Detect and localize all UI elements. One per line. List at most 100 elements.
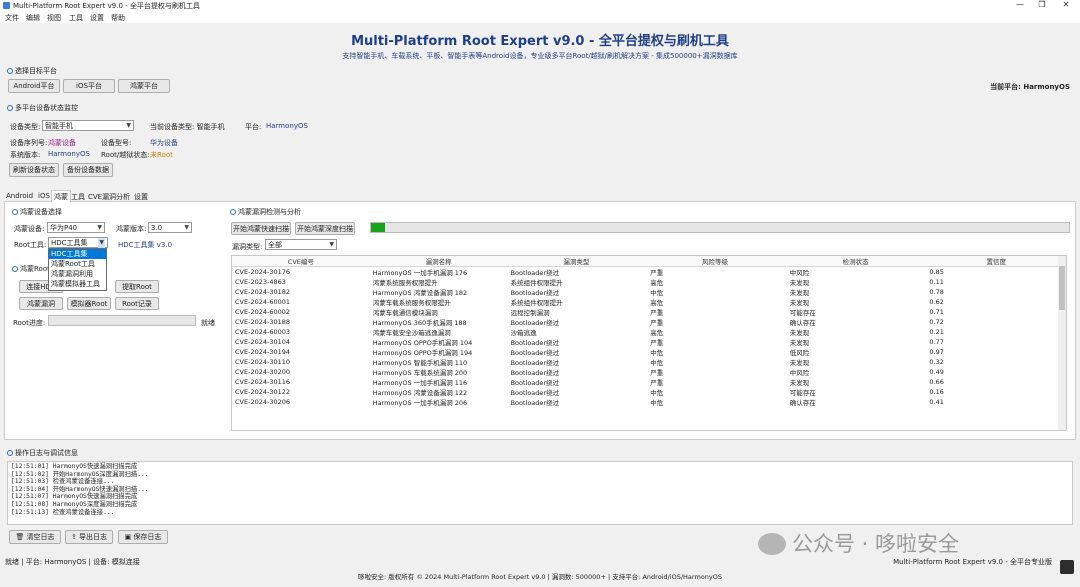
status-monitor-title: 多平台设备状态监控 bbox=[7, 103, 78, 113]
log-line: [12:51:01] HarmonyOS快速漏洞扫描完成 bbox=[11, 463, 138, 470]
harmony-version-select[interactable]: 3.0 ▼ bbox=[148, 222, 192, 233]
simulator-root-button[interactable]: 模拟器Root bbox=[67, 297, 111, 310]
menu-view[interactable]: 视图 bbox=[47, 13, 61, 23]
dropdown-option[interactable]: 鸿蒙漏洞利用 bbox=[49, 269, 106, 279]
table-scrollbar[interactable] bbox=[1058, 256, 1066, 430]
table-cell: 沙箱逃逸 bbox=[510, 329, 537, 337]
col-risk[interactable]: 风险等级 bbox=[645, 256, 785, 267]
android-platform-button[interactable]: Android平台 bbox=[8, 79, 60, 93]
col-cve[interactable]: CVE编号 bbox=[232, 256, 370, 267]
tray-icon bbox=[1060, 560, 1074, 574]
table-header: CVE编号 漏洞名称 漏洞类型 风险等级 检测状态 置信度 bbox=[232, 256, 1066, 267]
wechat-icon bbox=[758, 533, 786, 555]
table-cell: 中危 bbox=[650, 359, 664, 367]
table-row[interactable]: CVE-2024-60003 鸿蒙车载安全沙箱逃逸漏洞 沙箱逃逸 高危 未发现 0.21 bbox=[232, 327, 1066, 337]
tab-android[interactable]: Android bbox=[6, 192, 33, 200]
table-cell: 鸿蒙车载系统服务权限提升 bbox=[372, 299, 451, 307]
col-status[interactable]: 检测状态 bbox=[784, 256, 927, 267]
tab-tools[interactable]: 工具 bbox=[71, 192, 85, 202]
tab-settings[interactable]: 设置 bbox=[134, 192, 148, 202]
root-record-button[interactable]: Root记录 bbox=[115, 297, 159, 310]
table-cell: 0.32 bbox=[929, 358, 944, 366]
table-row[interactable]: CVE-2024-30194 HarmonyOS OPPO手机漏洞 194 Boot… bbox=[232, 347, 1066, 357]
table-cell: 高危 bbox=[650, 299, 664, 307]
table-cell: Bootloader绕过 bbox=[510, 379, 560, 387]
export-log-button[interactable]: ⇪ 导出日志 bbox=[65, 530, 113, 544]
table-row[interactable]: CVE-2023-4863 鸿蒙系统服务权限提升 系统组件权限提升 高危 未发现 0.11 bbox=[232, 277, 1066, 287]
minimize-button[interactable]: — bbox=[1010, 0, 1030, 9]
device-type-select[interactable]: 智能手机 ▼ bbox=[42, 120, 134, 131]
table-cell: 严重 bbox=[650, 379, 664, 387]
table-row[interactable]: CVE-2024-30110 HarmonyOS 智能手机漏洞 110 Bootlo… bbox=[232, 357, 1066, 367]
menu-settings[interactable]: 设置 bbox=[90, 13, 104, 23]
col-confidence[interactable]: 置信度 bbox=[926, 256, 1066, 267]
table-cell: 0.11 bbox=[929, 278, 944, 286]
menu-edit[interactable]: 编辑 bbox=[26, 13, 40, 23]
table-row[interactable]: CVE-2024-30176 HarmonyOS 一加手机漏洞 176 Bootlo… bbox=[232, 267, 1066, 277]
table-row[interactable]: CVE-2024-30104 HarmonyOS OPPO手机漏洞 104 Boot… bbox=[232, 337, 1066, 347]
table-row[interactable]: CVE-2024-30116 HarmonyOS 一加手机漏洞 116 Bootlo… bbox=[232, 377, 1066, 387]
table-cell: 0.85 bbox=[929, 268, 944, 276]
table-row[interactable]: CVE-2024-30122 HarmonyOS 鸿蒙设备漏洞 122 Bootlo… bbox=[232, 387, 1066, 397]
vuln-table-body: CVE-2024-30176 HarmonyOS 一加手机漏洞 176 Bootlo… bbox=[232, 267, 1066, 407]
ios-platform-button[interactable]: iOS平台 bbox=[63, 79, 115, 93]
col-name[interactable]: 漏洞名称 bbox=[369, 256, 508, 267]
clear-log-button[interactable]: 🗑 清空日志 bbox=[9, 530, 61, 544]
table-row[interactable]: CVE-2024-30200 HarmonyOS 车载系统漏洞 200 Bootlo… bbox=[232, 367, 1066, 377]
table-cell: CVE-2024-30188 bbox=[235, 318, 291, 326]
table-row[interactable]: CVE-2024-30182 HarmonyOS 鸿蒙设备漏洞 182 Bootlo… bbox=[232, 287, 1066, 297]
table-cell: 严重 bbox=[650, 309, 664, 317]
dropdown-option[interactable]: 鸿蒙模拟器工具 bbox=[49, 279, 106, 289]
table-cell: HarmonyOS 鸿蒙设备漏洞 182 bbox=[372, 289, 468, 297]
vuln-table[interactable]: CVE编号 漏洞名称 漏洞类型 风险等级 检测状态 置信度 CVE-2024-3… bbox=[231, 255, 1067, 431]
table-row[interactable]: CVE-2024-60002 鸿蒙车载通信模块漏洞 远程控制漏洞 严重 可能存在 0.71 bbox=[232, 307, 1066, 317]
menu-tools[interactable]: 工具 bbox=[69, 13, 83, 23]
chevron-down-icon[interactable]: ▼ bbox=[98, 238, 105, 248]
root-tool-select[interactable]: HDC工具集 ▼ bbox=[48, 237, 108, 248]
table-cell: 中风险 bbox=[789, 269, 810, 277]
log-output[interactable]: [12:51:01] HarmonyOS快速漏洞扫描完成 [12:51:02] 开… bbox=[7, 461, 1073, 525]
status-bar: 就绪 | 平台: HarmonyOS | 设备: 模拟连接 Multi-Plat… bbox=[0, 554, 1080, 587]
dropdown-option[interactable]: 鸿蒙Root工具 bbox=[49, 259, 106, 269]
harmony-vuln-button[interactable]: 鸿蒙漏洞 bbox=[19, 297, 63, 310]
menu-file[interactable]: 文件 bbox=[5, 13, 19, 23]
table-cell: CVE-2023-4863 bbox=[235, 278, 286, 286]
extract-root-button[interactable]: 提取Root bbox=[115, 280, 159, 293]
harmony-platform-button[interactable]: 鸿蒙平台 bbox=[118, 79, 170, 93]
monitor-icon bbox=[7, 105, 13, 111]
tab-bar: Android iOS 鸿蒙 工具 CVE漏洞分析 设置 bbox=[4, 190, 1076, 203]
backup-device-button[interactable]: 备份设备数据 bbox=[63, 163, 113, 177]
maximize-button[interactable]: ❐ bbox=[1032, 0, 1052, 9]
table-cell: 0.71 bbox=[929, 308, 944, 316]
col-type[interactable]: 漏洞类型 bbox=[507, 256, 646, 267]
harmony-device-select[interactable]: 华为P40 ▼ bbox=[47, 222, 105, 233]
save-log-button[interactable]: ▣ 保存日志 bbox=[118, 530, 168, 544]
tab-ios[interactable]: iOS bbox=[38, 192, 50, 200]
table-row[interactable]: CVE-2024-30188 HarmonyOS 360手机漏洞 188 Bootl… bbox=[232, 317, 1066, 327]
menu-bar: 文件 编辑 视图 工具 设置 帮助 bbox=[0, 12, 1080, 23]
dropdown-option[interactable]: HDC工具集 bbox=[49, 249, 106, 259]
table-cell: CVE-2024-30122 bbox=[235, 388, 291, 396]
close-button[interactable]: ✕ bbox=[1056, 0, 1076, 9]
status-right: Multi-Platform Root Expert v9.0 - 全平台专业版 bbox=[893, 558, 1052, 566]
table-row[interactable]: CVE-2024-60001 鸿蒙车载系统服务权限提升 系统组件权限提升 高危 未发现 0… bbox=[232, 297, 1066, 307]
chevron-down-icon: ▼ bbox=[97, 224, 102, 231]
scrollbar-thumb[interactable] bbox=[1059, 266, 1065, 310]
deep-scan-button[interactable]: 开始鸿蒙深度扫描 bbox=[295, 222, 355, 235]
model-value: 华为设备 bbox=[150, 139, 178, 147]
table-cell: CVE-2024-30116 bbox=[235, 378, 291, 386]
table-cell: 未发现 bbox=[789, 339, 810, 347]
menu-help[interactable]: 帮助 bbox=[111, 13, 125, 23]
table-cell: 确认存在 bbox=[789, 399, 816, 407]
table-row[interactable]: CVE-2024-30206 HarmonyOS 一加手机漏洞 206 Bootlo… bbox=[232, 397, 1066, 407]
table-cell: 0.21 bbox=[929, 328, 944, 336]
table-cell: Bootloader绕过 bbox=[510, 349, 560, 357]
table-cell: CVE-2024-30206 bbox=[235, 398, 291, 406]
refresh-device-button[interactable]: 刷新设备状态 bbox=[9, 163, 59, 177]
tab-cve-analysis[interactable]: CVE漏洞分析 bbox=[88, 192, 130, 202]
table-cell: 低风险 bbox=[789, 349, 810, 357]
serial-label: 设备序列号: bbox=[10, 139, 48, 147]
vuln-type-select[interactable]: 全部 ▼ bbox=[265, 239, 337, 250]
table-cell: 中危 bbox=[650, 289, 664, 297]
quick-scan-button[interactable]: 开始鸿蒙快速扫描 bbox=[231, 222, 291, 235]
